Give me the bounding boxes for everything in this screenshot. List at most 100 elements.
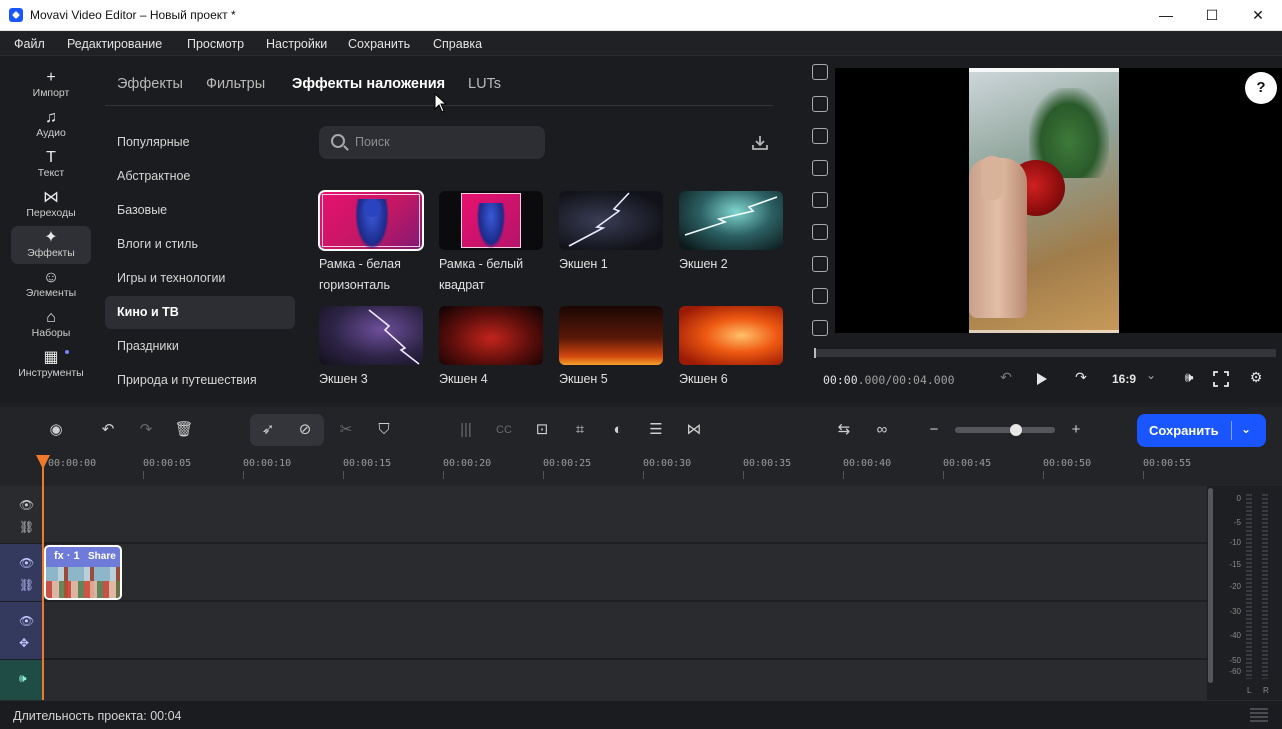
effect-thumb-action-5[interactable]	[559, 306, 663, 365]
sidebar-item-import[interactable]: + Импорт	[11, 66, 91, 104]
pointer-tool-icon[interactable]: ➶	[258, 420, 278, 440]
track-effects[interactable]	[42, 602, 1207, 659]
playhead[interactable]	[42, 455, 44, 700]
search-input[interactable]	[355, 132, 535, 152]
scrubber-handle[interactable]	[814, 348, 816, 358]
effect-thumb-frame-white-square[interactable]	[439, 191, 543, 250]
zoom-slider[interactable]	[955, 424, 1055, 436]
aspect-ratio-select[interactable]: 16:9	[1111, 372, 1137, 392]
split-audio-icon[interactable]: ⇆	[834, 420, 854, 440]
undo-icon[interactable]: ↶	[98, 420, 118, 440]
trash-icon[interactable]: 🗑	[174, 420, 194, 440]
marker-checkbox[interactable]	[812, 192, 828, 208]
marker-checkbox[interactable]	[812, 64, 828, 80]
menu-save[interactable]: Сохранить	[348, 37, 410, 51]
zoom-in-icon[interactable]: +	[1066, 420, 1086, 440]
marker-checkbox[interactable]	[812, 288, 828, 304]
step-forward-icon[interactable]: ↷	[1071, 369, 1091, 389]
effect-thumb-frame-white-horizontal[interactable]	[318, 190, 424, 251]
crop-icon[interactable]: ⌗	[570, 420, 590, 440]
track-audio[interactable]	[42, 660, 1207, 700]
save-options-chevron-icon[interactable]: ⌄	[1241, 422, 1251, 436]
color-adjust-icon[interactable]: ◐	[608, 420, 628, 440]
category-abstract[interactable]: Абстрактное	[105, 160, 295, 193]
close-button[interactable]: ✕	[1235, 0, 1281, 30]
menu-settings[interactable]: Настройки	[266, 37, 327, 51]
playhead-handle[interactable]	[36, 455, 50, 469]
fullscreen-icon[interactable]	[1213, 371, 1229, 387]
marker-checkbox[interactable]	[812, 256, 828, 272]
track-overlay[interactable]	[42, 486, 1207, 543]
step-back-icon[interactable]: ↶	[996, 369, 1016, 389]
video-viewport[interactable]: ?	[835, 68, 1282, 333]
chevron-down-icon[interactable]: ⌄	[1145, 368, 1157, 388]
menu-file[interactable]: Файл	[14, 37, 45, 51]
sidebar-item-packs[interactable]: ⌂ Наборы	[11, 306, 91, 344]
zoom-slider-handle[interactable]	[1010, 424, 1022, 436]
shield-icon[interactable]: ⛉	[374, 420, 394, 440]
preview-scrubber[interactable]	[814, 348, 1276, 358]
meter-toggle-icon[interactable]	[1250, 708, 1268, 722]
auto-crop-icon[interactable]: ⊡	[532, 420, 552, 440]
menu-help[interactable]: Справка	[433, 37, 482, 51]
marker-checkbox[interactable]	[812, 320, 828, 336]
menu-edit[interactable]: Редактирование	[67, 37, 162, 51]
marker-checkbox[interactable]	[812, 160, 828, 176]
search-box[interactable]	[319, 126, 545, 159]
tab-luts[interactable]: LUTs	[468, 76, 501, 92]
visibility-eye-icon[interactable]: 👁	[19, 614, 34, 628]
record-icon[interactable]: ◉	[46, 420, 66, 440]
maximize-button[interactable]: ☐	[1189, 0, 1235, 30]
timeline-scrollbar[interactable]	[1208, 488, 1213, 683]
download-icon[interactable]	[751, 134, 769, 152]
play-icon[interactable]	[1035, 369, 1049, 389]
sidebar-item-audio[interactable]: ♫ Аудио	[11, 106, 91, 144]
zoom-out-icon[interactable]: −	[924, 420, 944, 440]
unlink-track-icon[interactable]: ⛓	[19, 578, 34, 592]
category-nature-travel[interactable]: Природа и путешествия	[105, 364, 295, 397]
track-video[interactable]	[42, 544, 1207, 601]
category-holidays[interactable]: Праздники	[105, 330, 295, 363]
category-basic[interactable]: Базовые	[105, 194, 295, 227]
category-film-tv[interactable]: Кино и ТВ	[105, 296, 295, 329]
volume-icon[interactable]: 🕪	[1179, 369, 1199, 389]
redo-icon[interactable]: ↷	[136, 420, 156, 440]
help-button[interactable]: ?	[1245, 72, 1277, 104]
save-button[interactable]: Сохранить ⌄	[1137, 414, 1266, 447]
sidebar-item-effects[interactable]: ✦ Эффекты	[11, 226, 91, 264]
effects-track-icon[interactable]: ✥	[19, 636, 29, 650]
effect-thumb-action-2[interactable]	[679, 191, 783, 250]
category-vlogs[interactable]: Влоги и стиль	[105, 228, 295, 261]
timeline-ruler[interactable]: 00:00:00 00:00:05 00:00:10 00:00:15 00:0…	[0, 453, 1282, 486]
captions-icon[interactable]: CC	[494, 420, 514, 440]
category-popular[interactable]: Популярные	[105, 126, 295, 159]
effect-thumb-action-1[interactable]	[559, 191, 663, 250]
effect-thumb-action-3[interactable]	[319, 306, 423, 365]
link-track-icon[interactable]: ⛓	[19, 520, 34, 534]
category-games-tech[interactable]: Игры и технологии	[105, 262, 295, 295]
audio-wave-icon[interactable]: |||	[456, 420, 476, 440]
video-clip[interactable]: fx · 1 Share	[44, 545, 122, 600]
visibility-eye-icon[interactable]: 👁	[19, 556, 34, 570]
sidebar-item-transitions[interactable]: ⋈ Переходы	[11, 186, 91, 224]
transition-icon[interactable]: ⋈	[684, 420, 704, 440]
audio-track-icon[interactable]: 🕪	[19, 671, 27, 686]
tab-effects[interactable]: Эффекты	[117, 76, 183, 92]
marker-checkbox[interactable]	[812, 224, 828, 240]
sidebar-item-tools[interactable]: ▦ Инструменты	[11, 346, 91, 384]
marker-checkbox[interactable]	[812, 96, 828, 112]
scissors-icon[interactable]: ✂	[336, 420, 356, 440]
link-icon[interactable]: ∞	[872, 420, 892, 440]
effect-thumb-action-6[interactable]	[679, 306, 783, 365]
sidebar-item-text[interactable]: T Текст	[11, 146, 91, 184]
sidebar-item-elements[interactable]: ☺ Элементы	[11, 266, 91, 304]
menu-view[interactable]: Просмотр	[187, 37, 244, 51]
marker-checkbox[interactable]	[812, 128, 828, 144]
tab-filters[interactable]: Фильтры	[206, 76, 265, 92]
sliders-icon[interactable]: ☰	[646, 420, 666, 440]
settings-gear-icon[interactable]: ⚙	[1246, 369, 1266, 389]
minimize-button[interactable]: —	[1143, 0, 1189, 30]
visibility-eye-icon[interactable]: 👁	[19, 498, 34, 512]
effect-thumb-action-4[interactable]	[439, 306, 543, 365]
tab-overlay-effects[interactable]: Эффекты наложения	[292, 76, 445, 92]
